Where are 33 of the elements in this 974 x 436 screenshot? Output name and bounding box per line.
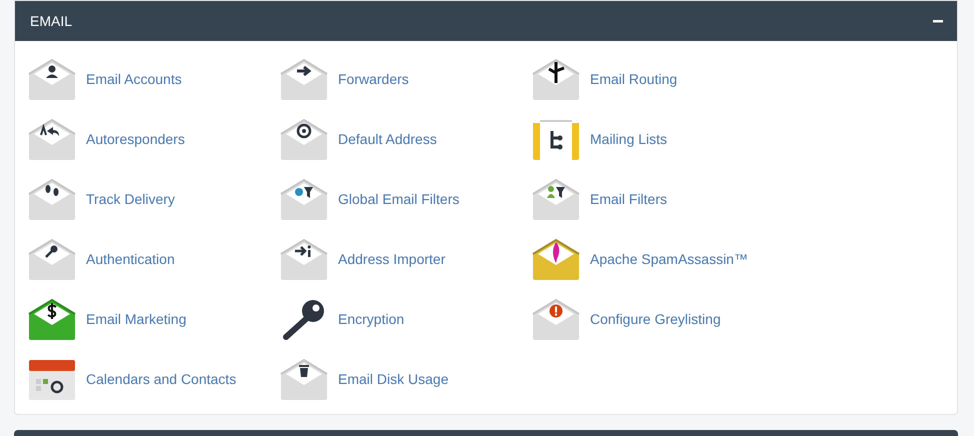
tool-link[interactable]: Email Filters	[532, 177, 668, 221]
tool-link[interactable]: Configure Greylisting	[532, 297, 721, 341]
panel-header[interactable]: EMAIL	[15, 1, 957, 41]
person-envelope-icon	[28, 57, 76, 101]
feather-envelope-icon	[532, 237, 580, 281]
tool-link[interactable]: Authentication	[28, 237, 175, 281]
key-envelope-icon	[28, 237, 76, 281]
tool-link[interactable]: Autoresponders	[28, 117, 185, 161]
list-envelope-icon	[532, 117, 580, 161]
tool-link[interactable]: Encryption	[280, 297, 404, 341]
import-envelope-icon	[280, 237, 328, 281]
globe-filter-envelope-icon	[280, 177, 328, 221]
panel-title: EMAIL	[30, 12, 72, 30]
tool-link[interactable]: Address Importer	[280, 237, 446, 281]
tool-link[interactable]: Email Routing	[532, 57, 678, 101]
tool-link[interactable]: Default Address	[280, 117, 437, 161]
tool-link[interactable]: Email Marketing	[28, 297, 186, 341]
tool-link[interactable]: Email Accounts	[28, 57, 182, 101]
tool-link[interactable]: Mailing Lists	[532, 117, 668, 161]
tool-link[interactable]: Track Delivery	[28, 177, 175, 221]
calendar-icon	[28, 357, 76, 401]
tool-link[interactable]: Email Disk Usage	[280, 357, 448, 401]
tool-link[interactable]: Global Email Filters	[280, 177, 460, 221]
reply-envelope-icon	[28, 117, 76, 161]
arrow-envelope-icon	[280, 57, 328, 101]
dollar-envelope-icon	[28, 297, 76, 341]
person-filter-envelope-icon	[532, 177, 580, 221]
trash-envelope-icon	[280, 357, 328, 401]
signpost-envelope-icon	[532, 57, 580, 101]
warning-envelope-icon	[532, 297, 580, 341]
tool-link[interactable]: Calendars and Contacts	[28, 357, 236, 401]
tool-link[interactable]: Forwarders	[280, 57, 409, 101]
tool-link[interactable]: Apache SpamAssassin™	[532, 237, 748, 281]
